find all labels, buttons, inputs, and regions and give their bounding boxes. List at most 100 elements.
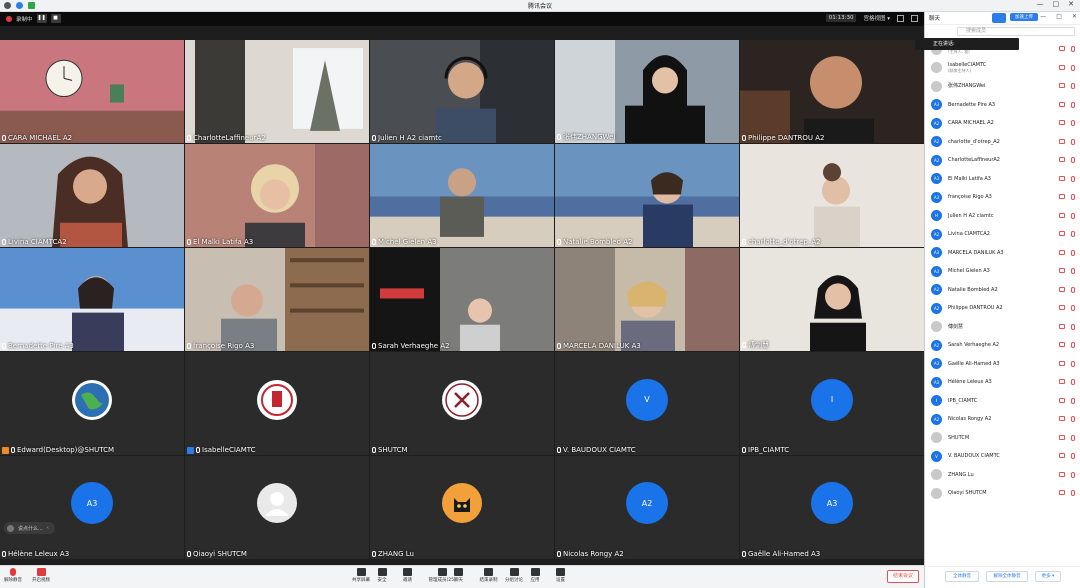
- microphone-status-icon[interactable]: [1071, 157, 1075, 163]
- microphone-status-icon[interactable]: [1071, 305, 1075, 311]
- participant-row[interactable]: A3 Hélène Leleux A3: [931, 375, 1075, 389]
- microphone-status-icon[interactable]: [1071, 101, 1075, 108]
- settings-button[interactable]: 设置: [556, 568, 565, 583]
- mute-all-button[interactable]: 全体静音: [945, 571, 979, 582]
- camera-status-icon[interactable]: [1059, 157, 1065, 162]
- video-tile[interactable]: Julien H A2 ciamtc: [370, 40, 554, 144]
- chat-tab[interactable]: 聊天: [929, 14, 940, 22]
- video-tile[interactable]: A3 Gaëlle Ali-Hamed A3: [740, 455, 924, 560]
- camera-status-icon[interactable]: [1059, 268, 1065, 273]
- maximize-button[interactable]: □: [1053, 0, 1060, 8]
- camera-status-icon[interactable]: [1059, 194, 1065, 199]
- minimize-button[interactable]: —: [1037, 0, 1044, 8]
- video-tile[interactable]: CARA MICHAEL A2: [0, 40, 184, 144]
- chat-input-bubble[interactable]: 说点什么... ‹: [4, 522, 55, 534]
- video-tile[interactable]: françoise Rigo A3: [185, 247, 369, 352]
- participant-row[interactable]: 傅剑慧: [931, 320, 1075, 334]
- microphone-status-icon[interactable]: [1071, 471, 1075, 478]
- video-tile[interactable]: MARCELA DANILUK A3: [555, 247, 739, 352]
- camera-status-icon[interactable]: [1059, 323, 1065, 329]
- participant-row[interactable]: ZHANG Lu: [931, 468, 1075, 482]
- microphone-status-icon[interactable]: [1071, 416, 1075, 422]
- microphone-status-icon[interactable]: [1071, 453, 1075, 459]
- participant-row[interactable]: A2 Sarah Verhaeghe A2: [931, 338, 1075, 352]
- video-tile[interactable]: 傅剑慧: [740, 247, 924, 352]
- accelerate-upload-button[interactable]: 加速上传: [1010, 13, 1038, 21]
- video-tile[interactable]: 张伟ZHANGWei: [555, 40, 739, 144]
- pause-recording-button[interactable]: ❚❚: [36, 14, 47, 23]
- participant-row[interactable]: A2 Nicolas Rongy A2: [931, 412, 1075, 426]
- video-tile[interactable]: A3 Hélène Leleux A3: [0, 455, 184, 560]
- participant-row[interactable]: SHUTCM: [931, 431, 1075, 445]
- panel-minimize-button[interactable]: —: [1040, 13, 1046, 20]
- camera-status-icon[interactable]: [1059, 120, 1065, 125]
- participant-row[interactable]: A3 Bernadette Pire A3: [931, 98, 1075, 112]
- video-tile[interactable]: CharlotteLaffineurA2: [185, 40, 369, 144]
- camera-status-icon[interactable]: [1059, 471, 1065, 477]
- participant-row[interactable]: V V. BAUDOUX CIAMTC: [931, 449, 1075, 463]
- camera-status-icon[interactable]: [1059, 249, 1065, 255]
- share-screen-button[interactable]: 共享屏幕: [352, 568, 370, 583]
- camera-status-icon[interactable]: [1059, 83, 1065, 88]
- video-tile[interactable]: Sarah Verhaeghe A2: [370, 247, 554, 352]
- participant-row[interactable]: Qiaoyi SHUTCM: [931, 486, 1075, 500]
- participant-row[interactable]: A2 charlotte_d'otrep_A2: [931, 135, 1075, 149]
- participant-row[interactable]: A2 Livina CIAMTCA2: [931, 227, 1075, 241]
- camera-status-icon[interactable]: [1059, 101, 1065, 107]
- panel-maximize-button[interactable]: □: [1056, 13, 1062, 20]
- video-tile[interactable]: SHUTCM: [370, 351, 554, 456]
- microphone-status-icon[interactable]: [1071, 120, 1075, 126]
- microphone-status-icon[interactable]: [1071, 434, 1075, 441]
- camera-status-icon[interactable]: [1059, 416, 1065, 421]
- camera-status-icon[interactable]: [1059, 434, 1065, 440]
- unmute-all-button[interactable]: 解除全体静音: [986, 571, 1028, 582]
- participant-row[interactable]: A2 CARA MICHAEL A2: [931, 116, 1075, 130]
- participant-row[interactable]: H Julien H A2 ciamtc: [931, 209, 1075, 223]
- camera-status-icon[interactable]: [1059, 231, 1065, 236]
- camera-status-icon[interactable]: [1059, 305, 1065, 310]
- fullscreen-icon[interactable]: [897, 14, 904, 22]
- microphone-status-icon[interactable]: [1071, 397, 1075, 404]
- video-tile[interactable]: ZHANG Lu: [370, 455, 554, 560]
- video-tile[interactable]: IsabelleCIAMTC: [185, 351, 369, 456]
- participant-row[interactable]: A3 El Malki Latifa A3: [931, 172, 1075, 186]
- microphone-status-icon[interactable]: [1071, 194, 1075, 200]
- video-tile[interactable]: Philippe DANTROU A2: [740, 40, 924, 144]
- video-tile[interactable]: Edward(Desktop)@SHUTCM: [0, 351, 184, 456]
- unmute-button[interactable]: 解除静音: [4, 568, 22, 583]
- participant-row[interactable]: A2 Natalie Bombled A2: [931, 283, 1075, 297]
- camera-status-icon[interactable]: [1059, 64, 1065, 70]
- participant-row[interactable]: A3 françoise Rigo A3: [931, 190, 1075, 204]
- camera-status-icon[interactable]: [1059, 175, 1065, 181]
- participant-row[interactable]: A3 Gaëlle Ali-Hamed A3: [931, 357, 1075, 371]
- end-meeting-button[interactable]: 结束会议: [887, 570, 919, 583]
- video-tile[interactable]: Michel Gielen A3: [370, 143, 554, 248]
- microphone-status-icon[interactable]: [1071, 249, 1075, 256]
- camera-status-icon[interactable]: [1059, 286, 1065, 292]
- video-tile[interactable]: I IPB_CIAMTC: [740, 351, 924, 456]
- microphone-status-icon[interactable]: [1071, 231, 1075, 237]
- more-button[interactable]: 更多 ▾: [1035, 571, 1061, 582]
- video-tile[interactable]: Livina CIAMTCA2: [0, 143, 184, 248]
- camera-status-icon[interactable]: [1059, 138, 1065, 144]
- panel-close-button[interactable]: ✕: [1072, 13, 1077, 20]
- breakout-rooms-button[interactable]: 分组讨论: [505, 568, 523, 583]
- camera-status-icon[interactable]: [1059, 490, 1065, 495]
- participant-row[interactable]: 张伟ZHANGWei: [931, 79, 1075, 93]
- security-button[interactable]: 安全: [377, 568, 387, 583]
- camera-status-icon[interactable]: [1059, 397, 1065, 403]
- microphone-status-icon[interactable]: [1071, 286, 1075, 293]
- stop-recording-button[interactable]: ■: [50, 14, 61, 23]
- apps-button[interactable]: 应用: [530, 568, 540, 583]
- camera-status-icon[interactable]: [1059, 212, 1065, 218]
- microphone-status-icon[interactable]: [1071, 379, 1075, 385]
- camera-status-icon[interactable]: [1059, 46, 1065, 51]
- microphone-status-icon[interactable]: [1071, 46, 1075, 52]
- video-tile[interactable]: V V. BAUDOUX CIAMTC: [555, 351, 739, 456]
- participant-row[interactable]: A2 CharlotteLaffineurA2: [931, 153, 1075, 167]
- microphone-status-icon[interactable]: [1071, 342, 1075, 348]
- microphone-status-icon[interactable]: [1071, 175, 1075, 182]
- participant-row[interactable]: A3 MARCELA DANILUK A3: [931, 246, 1075, 260]
- video-tile[interactable]: A2 Nicolas Rongy A2: [555, 455, 739, 560]
- chat-button[interactable]: 聊天: [454, 568, 463, 583]
